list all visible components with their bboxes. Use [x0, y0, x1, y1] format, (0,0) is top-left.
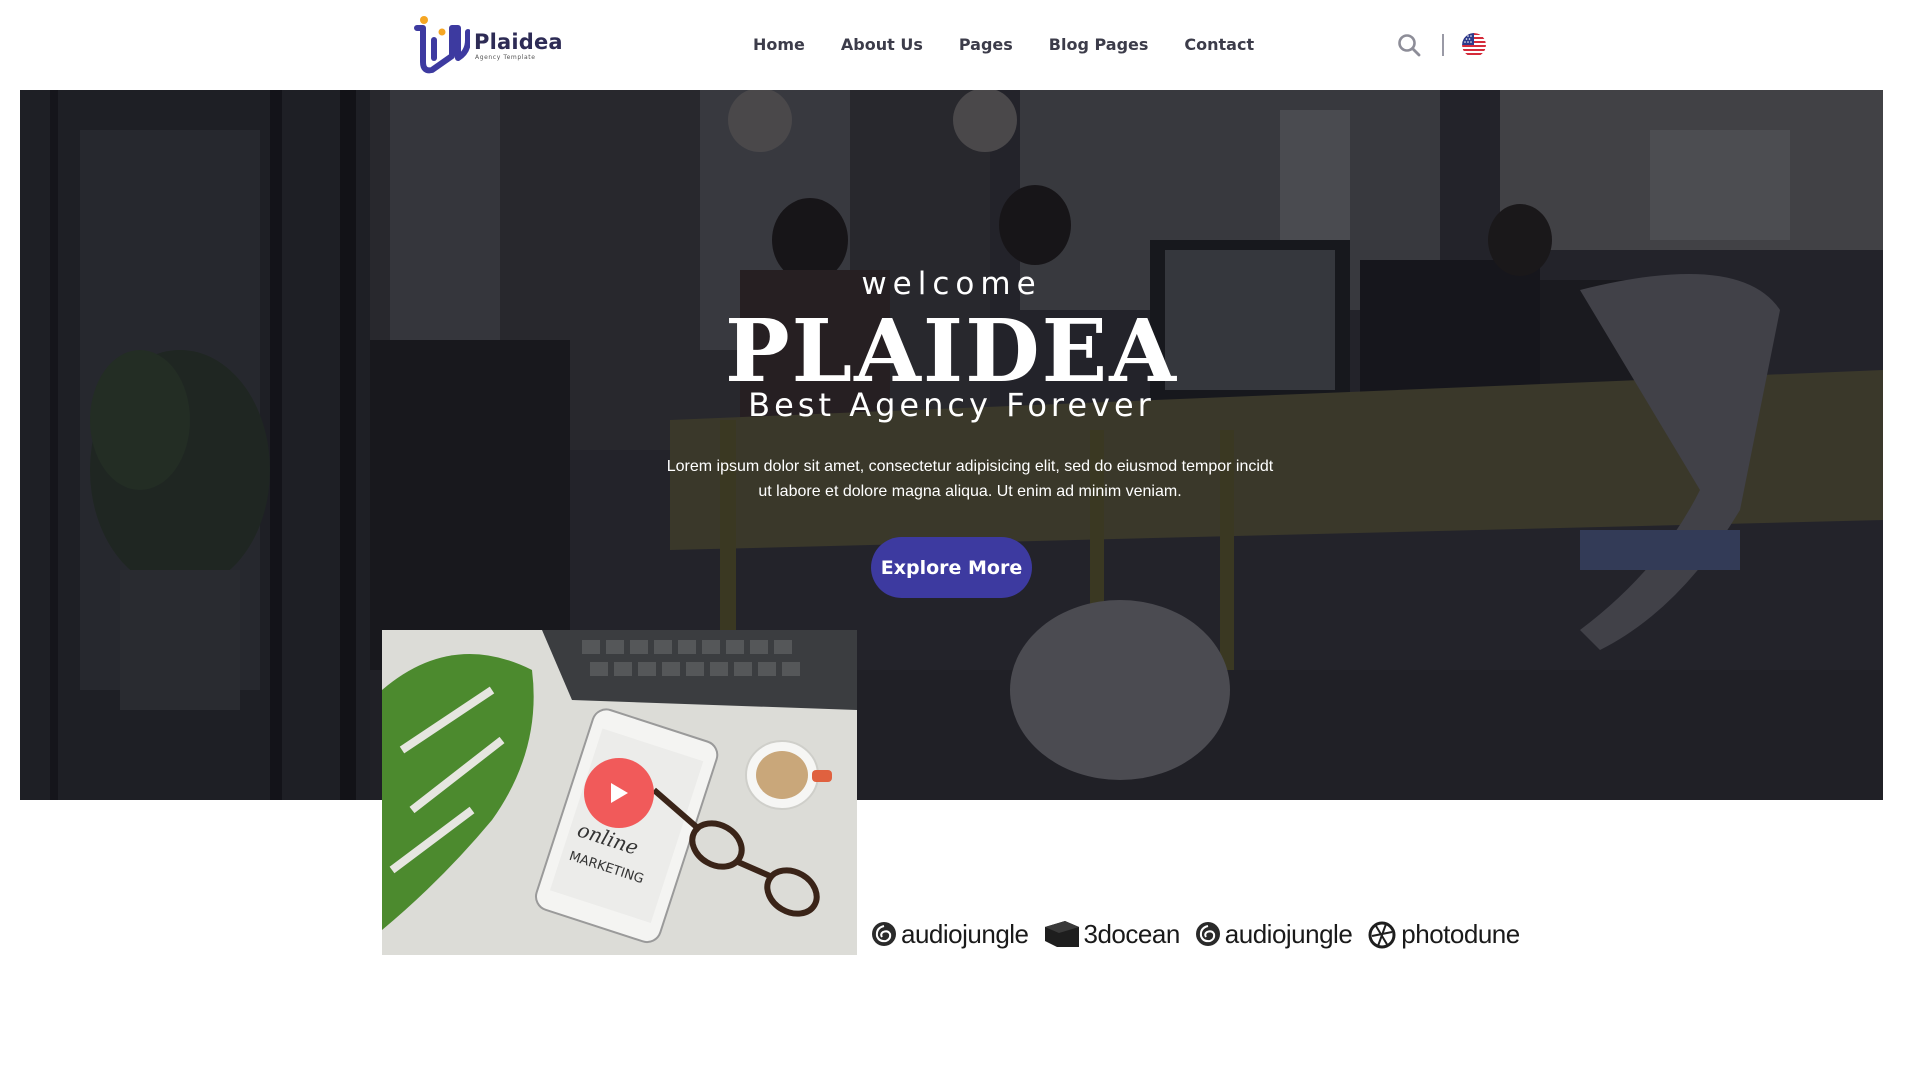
partner-photodune[interactable]: photodune	[1366, 918, 1520, 950]
explore-more-button[interactable]: Explore More	[871, 537, 1032, 598]
nav-about-us[interactable]: About Us	[841, 32, 923, 58]
nav-pages[interactable]: Pages	[959, 32, 1013, 58]
header-tools	[1396, 32, 1486, 58]
hero-description-line-1: Lorem ipsum dolor sit amet, consectetur …	[666, 458, 1274, 475]
brand-name: Plaidea	[474, 29, 563, 54]
photodune-aperture-icon	[1368, 921, 1396, 949]
nav-blog-pages[interactable]: Blog Pages	[1049, 32, 1149, 58]
partner-name: audiojungle	[901, 918, 1029, 949]
3docean-logo-icon	[1044, 921, 1079, 947]
search-icon[interactable]	[1396, 32, 1422, 58]
partner-name: 3docean	[1083, 918, 1181, 949]
brand-logo[interactable]: Plaidea Agency Template	[412, 12, 563, 78]
hero-content: welcome PLAIDEA Best Agency Forever Lore…	[20, 90, 1883, 800]
nav-home[interactable]: Home	[753, 32, 805, 58]
brand-text: Plaidea Agency Template	[474, 30, 563, 61]
video-thumbnail[interactable]: online MARKETING	[382, 630, 857, 955]
nav-contact[interactable]: Contact	[1184, 32, 1254, 58]
partner-name: audiojungle	[1224, 918, 1353, 949]
main-nav: Home About Us Pages Blog Pages Contact	[753, 32, 1290, 58]
site-header: Plaidea Agency Template Home About Us Pa…	[0, 0, 1905, 90]
us-flag-icon[interactable]	[1462, 33, 1486, 57]
brand-tagline: Agency Template	[475, 53, 536, 61]
hero-description: Lorem ipsum dolor sit amet, consectetur …	[650, 454, 1290, 504]
partner-name: photodune	[1401, 918, 1520, 949]
hero-description-line-2: ut labore et dolore magna aliqua. Ut eni…	[758, 483, 1182, 500]
hero-banner: welcome PLAIDEA Best Agency Forever Lore…	[20, 90, 1883, 800]
partner-audiojungle[interactable]: audiojungle	[870, 919, 1029, 950]
hero-subtitle: Best Agency Forever	[748, 386, 1155, 424]
hero-welcome: welcome	[861, 266, 1042, 302]
partner-3docean[interactable]: 3docean	[1043, 919, 1180, 950]
partner-audiojungle-2[interactable]: audiojungle	[1194, 919, 1353, 950]
envato-swirl-icon	[1195, 922, 1220, 946]
header-divider	[1442, 34, 1444, 56]
play-video-button[interactable]	[584, 758, 654, 828]
play-icon	[611, 783, 628, 803]
envato-swirl-icon	[872, 922, 896, 946]
partner-logos: audiojungle 3docean audiojungle photodun…	[870, 918, 1534, 950]
brand-logo-mark	[414, 16, 470, 74]
